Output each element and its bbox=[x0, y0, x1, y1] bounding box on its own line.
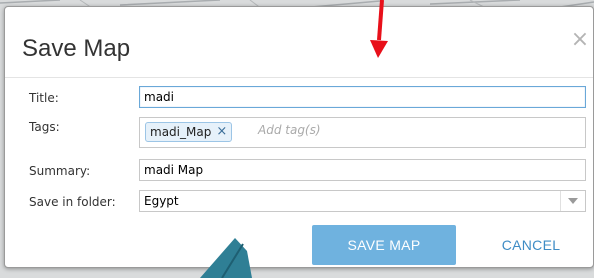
folder-select-value: Egypt bbox=[144, 194, 179, 208]
dialog-title: Save Map bbox=[22, 35, 131, 62]
folder-label: Save in folder: bbox=[29, 195, 116, 209]
title-divider bbox=[5, 77, 593, 78]
save-map-button[interactable]: SAVE MAP bbox=[312, 225, 456, 265]
cancel-button[interactable]: CANCEL bbox=[481, 225, 581, 265]
close-icon[interactable]: × bbox=[570, 29, 590, 51]
save-map-dialog: Save Map × Title: madi Tags: madi_Map × … bbox=[4, 6, 594, 268]
tags-placeholder: Add tag(s) bbox=[258, 123, 321, 137]
title-input-value: madi bbox=[144, 90, 174, 104]
tag-chip: madi_Map × bbox=[145, 122, 233, 142]
summary-input-value: madi Map bbox=[144, 163, 204, 177]
tags-input[interactable]: madi_Map × Add tag(s) bbox=[139, 117, 586, 148]
summary-label: Summary: bbox=[29, 164, 91, 178]
chevron-down-icon[interactable] bbox=[560, 191, 585, 211]
summary-input[interactable]: madi Map bbox=[139, 159, 586, 181]
folder-select[interactable]: Egypt bbox=[139, 190, 586, 212]
tag-chip-label: madi_Map bbox=[150, 125, 212, 139]
title-input[interactable]: madi bbox=[139, 86, 586, 108]
close-icon[interactable]: × bbox=[216, 123, 227, 141]
tags-label: Tags: bbox=[29, 120, 60, 134]
title-label: Title: bbox=[29, 91, 59, 105]
